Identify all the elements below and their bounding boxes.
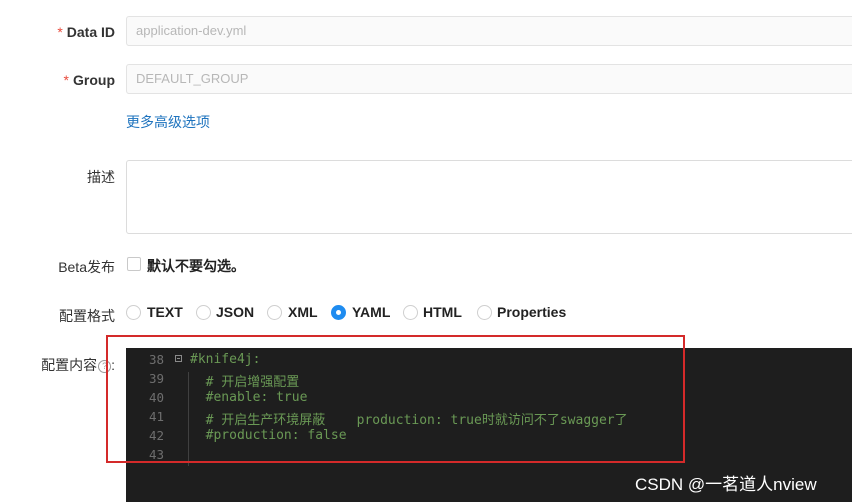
indent-guide xyxy=(188,372,189,466)
data-id-input[interactable]: application-dev.yml xyxy=(126,16,852,46)
format-radio-xml[interactable] xyxy=(267,305,282,320)
beta-label: Beta发布 xyxy=(58,259,115,275)
format-radio-properties[interactable] xyxy=(477,305,492,320)
description-label: 描述 xyxy=(87,169,115,185)
format-radio-html[interactable] xyxy=(403,305,418,320)
format-option-properties: Properties xyxy=(497,304,567,320)
format-option-yaml: YAML xyxy=(352,304,391,320)
code-line: #knife4j: xyxy=(190,352,261,367)
group-input[interactable]: DEFAULT_GROUP xyxy=(126,64,852,94)
required-mark: * xyxy=(63,72,69,88)
code-line: # 开启生产环境屏蔽 production: true时就访问不了swagger… xyxy=(190,413,628,428)
data-id-label: * Data ID xyxy=(57,24,115,40)
advanced-options-link[interactable]: 更多高级选项 xyxy=(126,112,210,132)
content-label: 配置内容?: xyxy=(41,357,115,373)
format-option-html: HTML xyxy=(423,304,462,320)
format-option-json: JSON xyxy=(216,304,255,320)
code-line: # 开启增强配置 xyxy=(190,375,300,390)
fold-toggle-icon[interactable] xyxy=(175,355,182,362)
line-number: 43 xyxy=(148,447,164,462)
format-option-text: TEXT xyxy=(147,304,183,320)
description-textarea[interactable] xyxy=(126,160,852,234)
code-line: #enable: true xyxy=(190,390,308,405)
content-label-colon: : xyxy=(111,357,115,373)
editor-gutter: 38 39 40 41 42 43 xyxy=(126,348,172,502)
required-mark: * xyxy=(57,24,63,40)
format-radio-yaml[interactable] xyxy=(331,305,346,320)
line-number: 39 xyxy=(148,371,164,386)
beta-checkbox[interactable] xyxy=(127,257,141,271)
format-option-xml: XML xyxy=(288,304,318,320)
format-label: 配置格式 xyxy=(59,308,115,324)
format-radio-json[interactable] xyxy=(196,305,211,320)
beta-checkbox-text: 默认不要勾选。 xyxy=(147,258,245,274)
line-number: 40 xyxy=(148,390,164,405)
code-line: #production: false xyxy=(190,428,347,443)
line-number: 41 xyxy=(148,409,164,424)
line-number: 38 xyxy=(148,352,164,367)
line-number: 42 xyxy=(148,428,164,443)
group-label: * Group xyxy=(63,72,115,88)
help-icon[interactable]: ? xyxy=(98,359,112,373)
watermark: CSDN @一茗道人nview xyxy=(635,475,817,494)
format-radio-text[interactable] xyxy=(126,305,141,320)
